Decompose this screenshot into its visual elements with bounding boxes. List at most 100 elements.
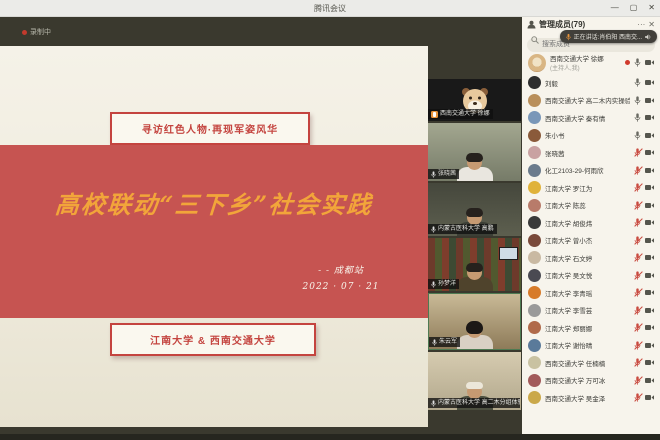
slide-station-block: - - 成都站 2022 · 07 · 21: [266, 263, 416, 295]
avatar: [528, 269, 541, 282]
mic-icon[interactable]: [634, 358, 641, 367]
participant-row[interactable]: 西南交通大学 任楠楠: [522, 354, 660, 372]
camera-icon[interactable]: [645, 289, 654, 296]
participant-row[interactable]: 西南交通大学 高二木内实操验改: [522, 92, 660, 110]
panel-more-button[interactable]: ···: [637, 20, 645, 30]
video-thumbnail[interactable]: 内蒙古医科大学 高二木分组体验: [428, 352, 521, 410]
participant-row[interactable]: 江南大学 郑丽娜: [522, 319, 660, 337]
participant-row[interactable]: 西南交通大学 秦有情: [522, 109, 660, 127]
participant-row[interactable]: 西南交通大学 吴金泽: [522, 389, 660, 407]
mic-icon[interactable]: [634, 96, 641, 105]
camera-icon[interactable]: [645, 202, 654, 209]
avatar: [528, 339, 541, 352]
mic-icon[interactable]: [634, 236, 641, 245]
camera-icon[interactable]: [645, 167, 654, 174]
camera-icon[interactable]: [645, 97, 654, 104]
camera-icon[interactable]: [645, 59, 654, 66]
slide-station-line1: - - 成都站: [266, 263, 416, 279]
mic-icon[interactable]: [634, 183, 641, 192]
participant-silhouette: [457, 265, 493, 291]
participant-row[interactable]: 西南交通大学 万可冰: [522, 372, 660, 390]
mic-icon[interactable]: [634, 288, 641, 297]
mic-icon[interactable]: [634, 148, 641, 157]
mic-icon[interactable]: [634, 218, 641, 227]
camera-icon[interactable]: [645, 307, 654, 314]
participant-row[interactable]: 张晓茜: [522, 144, 660, 162]
camera-icon[interactable]: [645, 219, 654, 226]
participant-row[interactable]: 江南大学 李雪芸: [522, 302, 660, 320]
mic-icon: [432, 339, 437, 346]
recording-indicator: 录制中: [22, 27, 51, 37]
camera-icon[interactable]: [645, 342, 654, 349]
camera-icon[interactable]: [645, 237, 654, 244]
participant-row[interactable]: 江南大学 石文婷: [522, 249, 660, 267]
participant-row[interactable]: 朱小书: [522, 127, 660, 145]
participant-row[interactable]: 江南大学 谢怡晴: [522, 337, 660, 355]
mic-icon[interactable]: [634, 166, 641, 175]
avatar: [528, 164, 541, 177]
participant-name: 西南交通大学 秦有情: [545, 113, 630, 123]
speaking-mic-icon: [566, 33, 571, 41]
camera-icon[interactable]: [645, 359, 654, 366]
participant-row-host[interactable]: 西南交通大学 徐娜 (主持人,我): [522, 51, 660, 74]
participant-row[interactable]: 江南大学 曾小杰: [522, 232, 660, 250]
camera-icon[interactable]: [645, 394, 654, 401]
minimize-button[interactable]: —: [611, 2, 619, 13]
avatar: [528, 321, 541, 334]
participant-name: 西南交通大学 徐娜: [550, 53, 621, 63]
camera-icon[interactable]: [645, 149, 654, 156]
participant-row[interactable]: 江南大学 陈蕊: [522, 197, 660, 215]
member-icon: [527, 20, 536, 29]
participant-row[interactable]: 刘毅: [522, 74, 660, 92]
participant-row[interactable]: 江南大学 胡俊炜: [522, 214, 660, 232]
mic-icon[interactable]: [634, 341, 641, 350]
camera-icon[interactable]: [645, 272, 654, 279]
mic-icon[interactable]: [634, 306, 641, 315]
mic-icon[interactable]: [634, 271, 641, 280]
video-thumbnail[interactable]: 张晓茜: [428, 123, 521, 181]
video-thumbnail[interactable]: 西南交通大学 徐娜: [428, 79, 521, 121]
avatar: [528, 304, 541, 317]
camera-icon[interactable]: [645, 377, 654, 384]
panel-close-button[interactable]: ✕: [648, 20, 655, 30]
thumbnail-label: 朱云军: [429, 337, 460, 347]
mic-icon[interactable]: [634, 393, 641, 402]
participant-row[interactable]: 化工2103-29-何雨欣: [522, 162, 660, 180]
camera-icon[interactable]: [645, 324, 654, 331]
mic-icon: [431, 400, 436, 407]
mic-icon[interactable]: [634, 131, 641, 140]
video-thumbnail[interactable]: 朱云军: [428, 293, 521, 350]
mic-icon[interactable]: [634, 58, 641, 67]
camera-icon[interactable]: [645, 132, 654, 139]
thumbnail-name: 西南交通大学 徐娜: [440, 110, 490, 118]
screen-share-stage: 录制中 寻访红色人物·再现军姿风华 高校联动“三下乡”社会实践 - - 成都站 …: [0, 17, 522, 434]
camera-icon[interactable]: [645, 114, 654, 121]
participant-row[interactable]: 江南大学 李青瑶: [522, 284, 660, 302]
mic-icon[interactable]: [634, 113, 641, 122]
mic-icon[interactable]: [634, 78, 641, 87]
avatar: [528, 199, 541, 212]
mic-icon[interactable]: [634, 201, 641, 210]
camera-icon[interactable]: [645, 184, 654, 191]
participant-row[interactable]: 江南大学 罗江为: [522, 179, 660, 197]
speaker-icon: [645, 34, 651, 40]
members-panel: 管理成员(79) ··· ✕ 正在讲话:肖伯阳 西南交...: [522, 17, 660, 434]
maximize-button[interactable]: ▢: [630, 2, 638, 13]
window-titlebar: 腾讯会议 — ▢ ✕: [0, 0, 660, 17]
camera-icon[interactable]: [645, 254, 654, 261]
mic-icon[interactable]: [634, 253, 641, 262]
participant-row[interactable]: 江南大学 吴文悦: [522, 267, 660, 285]
mic-icon[interactable]: [634, 376, 641, 385]
mic-icon[interactable]: [634, 323, 641, 332]
video-thumbnail[interactable]: 内蒙古医科大学 高鹏: [428, 183, 521, 236]
close-button[interactable]: ✕: [648, 2, 655, 13]
now-speaking-text: 正在讲话:肖伯阳 西南交...: [574, 32, 642, 41]
participant-silhouette: [457, 155, 493, 181]
video-thumbnail[interactable]: 孙梦洋: [428, 238, 521, 291]
participant-name: 江南大学 罗江为: [545, 183, 630, 193]
record-dot-icon: [625, 60, 630, 65]
camera-icon[interactable]: [645, 79, 654, 86]
thumbnail-name: 内蒙古医科大学 高鹏: [438, 225, 494, 233]
slide-bottom-banner: 江南大学 & 西南交通大学: [110, 323, 316, 356]
thumbnail-name: 孙梦洋: [438, 280, 456, 288]
